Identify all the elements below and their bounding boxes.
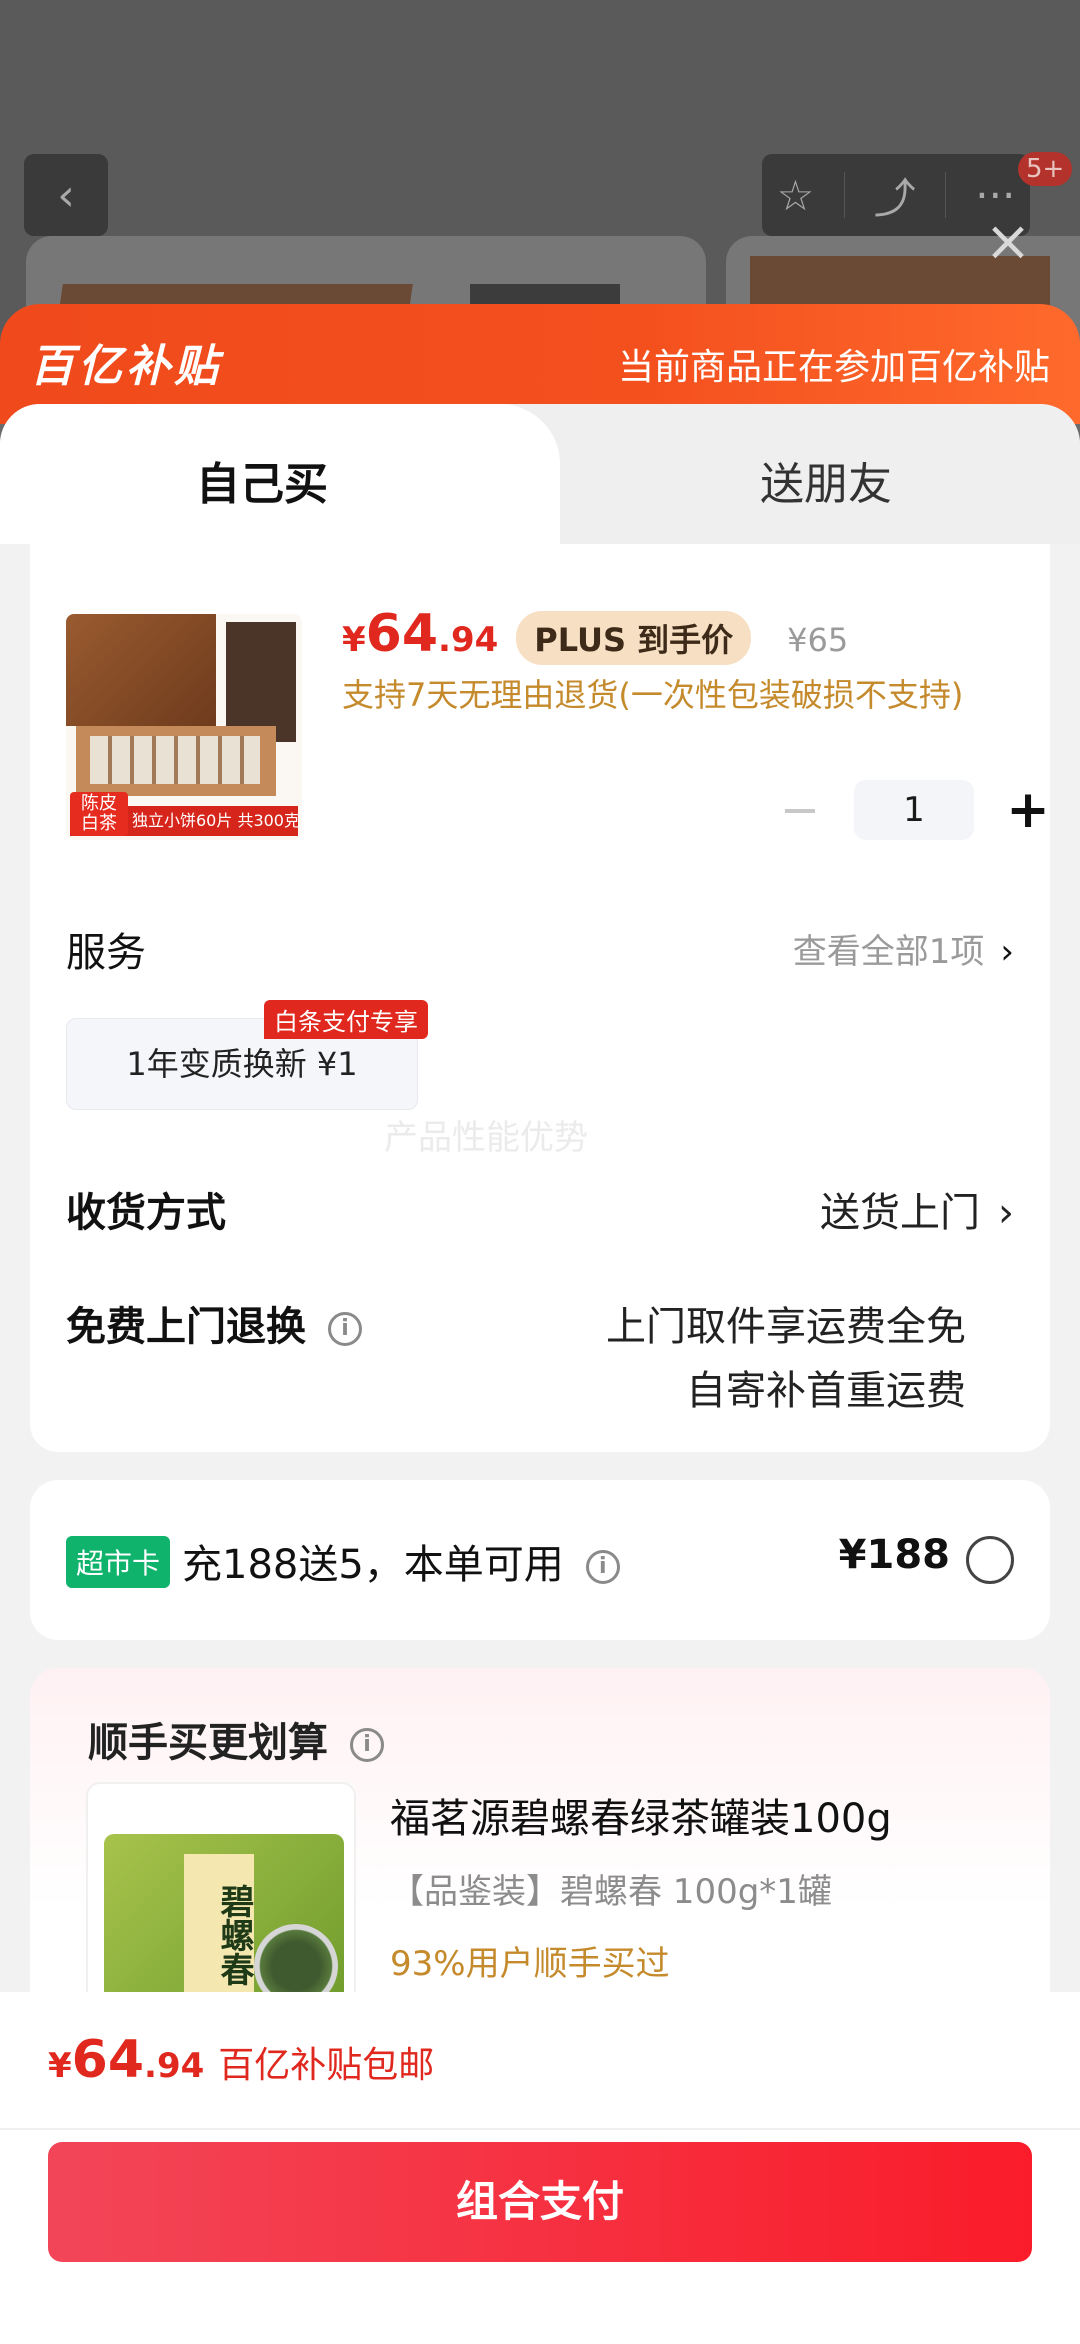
return-policy-note: 支持7天无理由退货(一次性包装破损不支持) xyxy=(342,676,964,714)
product-image-tag: 陈皮 白茶 xyxy=(70,792,128,836)
quantity-stepper: − 1 + xyxy=(770,780,1058,840)
minus-button[interactable]: − xyxy=(770,782,830,838)
total-price-decimal: .94 xyxy=(144,2046,205,2086)
shipping-value: 送货上门 xyxy=(820,1190,980,1236)
tea-cakes xyxy=(90,736,260,784)
addon-product-name[interactable]: 福茗源碧螺春绿茶罐装100g xyxy=(390,1786,892,1844)
chevron-right-icon: › xyxy=(1000,932,1014,972)
chevron-right-icon: › xyxy=(998,1190,1014,1236)
gift-bag xyxy=(226,622,296,742)
tab-self-buy[interactable]: 自己买 xyxy=(0,404,560,544)
market-card-row[interactable]: 超市卡 充188送5，本单可用 i ¥188 xyxy=(30,1480,1050,1640)
product-image[interactable]: 独立小饼60片 共300克 陈皮 白茶 xyxy=(66,614,302,840)
service-view-all[interactable]: 查看全部1项 › xyxy=(793,924,1014,973)
watermark-text: 产品性能优势 xyxy=(384,1118,588,1158)
service-label: 服务 xyxy=(66,930,146,976)
tab-label: 自己买 xyxy=(196,459,328,510)
total-price-integer: 64 xyxy=(71,2030,145,2090)
price-symbol: ¥ xyxy=(342,620,366,660)
market-card-offer-text: 充188送5，本单可用 xyxy=(182,1542,564,1588)
plus-price-tag: PLUS 到手价 xyxy=(516,611,752,665)
divider xyxy=(0,2128,1080,2130)
market-card-radio[interactable] xyxy=(966,1536,1014,1584)
checkout-footer: ¥ 64 .94 百亿补贴包邮 组合支付 xyxy=(0,1992,1080,2344)
star-icon: ☆ xyxy=(776,170,815,220)
shipping-selector[interactable]: 送货上门 › xyxy=(820,1180,1014,1238)
share-icon: ⤴ xyxy=(873,173,916,223)
service-badge: 白条支付专享 xyxy=(264,1000,428,1039)
shipping-label: 收货方式 xyxy=(66,1190,226,1236)
info-icon[interactable]: i xyxy=(350,1728,384,1762)
divider xyxy=(945,172,947,218)
tab-label: 送朋友 xyxy=(760,459,892,510)
price-integer: 64 xyxy=(365,604,439,664)
market-card-offer: 充188送5，本单可用 i xyxy=(182,1532,620,1590)
free-return-detail: 自寄补首重运费 xyxy=(686,1368,966,1414)
tab-gift[interactable]: 送朋友 xyxy=(560,404,1080,544)
free-return-row: 免费上门退换 i xyxy=(66,1294,362,1352)
total-price-symbol: ¥ xyxy=(48,2046,72,2086)
tea-can-label: 碧螺春 xyxy=(184,1854,254,2004)
order-card: 独立小饼60片 共300克 陈皮 白茶 ¥ 64 .94 PLUS 到手价 ¥6… xyxy=(30,544,1050,1452)
plus-button[interactable]: + xyxy=(998,780,1058,840)
free-return-detail: 上门取件享运费全免 xyxy=(606,1304,966,1350)
addon-product-spec: 【品鉴装】碧螺春 100g*1罐 xyxy=(390,1872,832,1912)
original-price: ¥65 xyxy=(787,621,849,659)
subsidy-logo: 百亿补贴 xyxy=(30,341,222,392)
free-return-label: 免费上门退换 xyxy=(66,1304,306,1350)
quantity-input[interactable]: 1 xyxy=(854,780,974,840)
price-decimal: .94 xyxy=(438,620,499,660)
box-lid xyxy=(66,614,216,726)
service-view-all-label: 查看全部1项 xyxy=(792,932,985,972)
subsidy-note: 当前商品正在参加百亿补贴 xyxy=(617,347,1050,388)
pay-button[interactable]: 组合支付 xyxy=(48,2142,1032,2262)
divider xyxy=(843,172,845,218)
close-icon[interactable]: × xyxy=(980,214,1036,270)
info-icon[interactable]: i xyxy=(328,1312,362,1346)
price-line: ¥ 64 .94 PLUS 到手价 ¥65 xyxy=(342,604,849,665)
total-price-note: 百亿补贴包邮 xyxy=(218,2045,435,2086)
info-icon[interactable]: i xyxy=(585,1550,620,1584)
cart-badge: 5+ xyxy=(1018,152,1073,186)
addon-product-stat: 93%用户顺手买过 xyxy=(390,1944,670,1984)
purchase-tabs: 送朋友 自己买 xyxy=(0,404,1080,544)
market-card-badge: 超市卡 xyxy=(66,1536,171,1588)
back-icon: ‹ xyxy=(24,154,108,236)
market-card-price: ¥188 xyxy=(838,1532,950,1578)
total-price: ¥ 64 .94 百亿补贴包邮 xyxy=(48,2030,434,2090)
addon-title-text: 顺手买更划算 xyxy=(88,1720,328,1766)
addon-title: 顺手买更划算 i xyxy=(88,1710,384,1768)
